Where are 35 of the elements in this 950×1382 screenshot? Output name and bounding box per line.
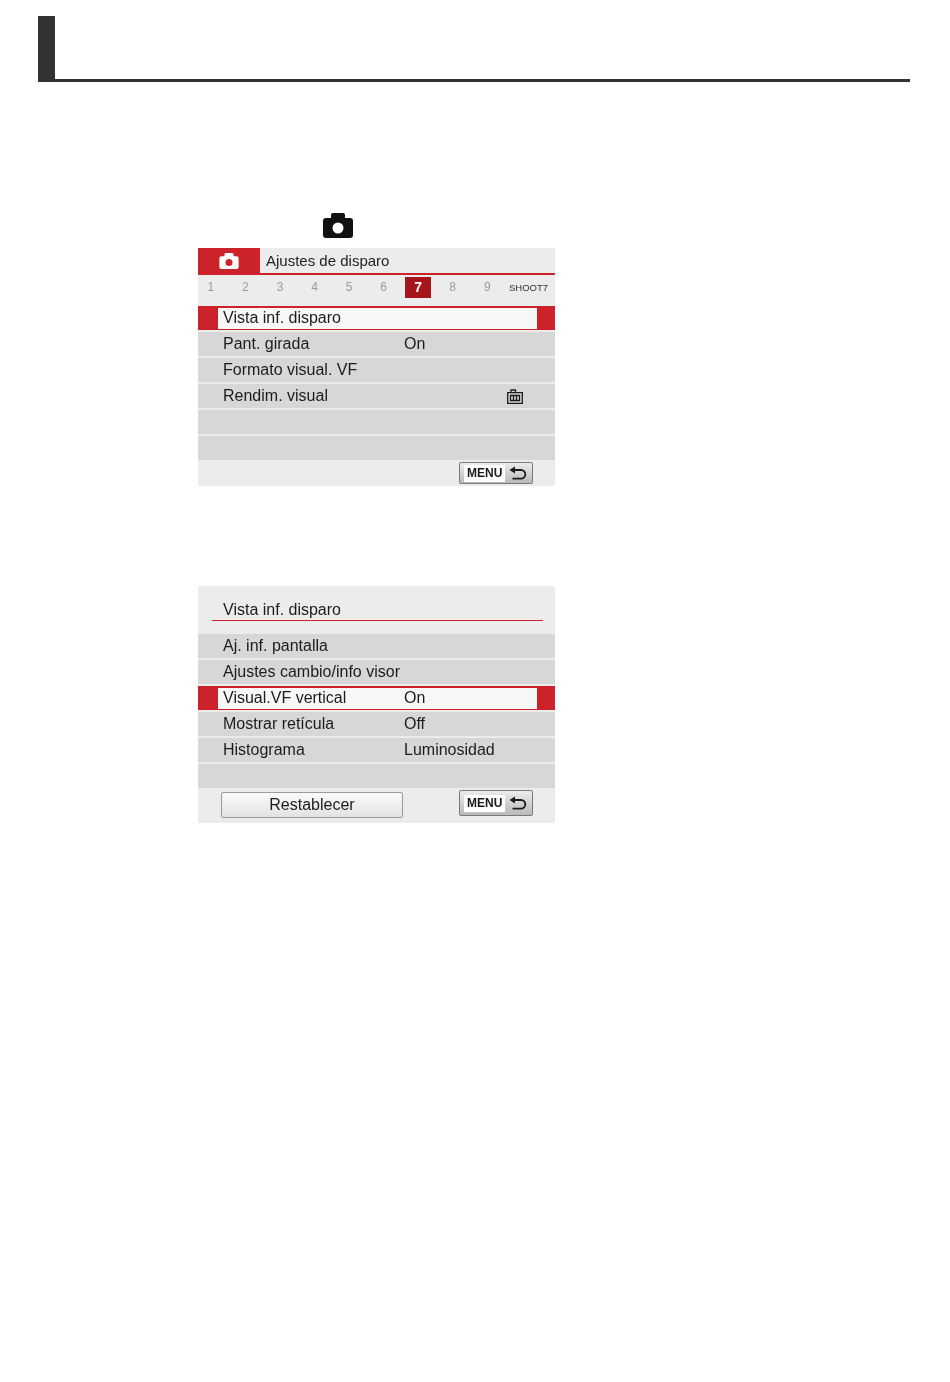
menu-row[interactable]: Visual.VF vertical On [198, 684, 555, 710]
item-label: Histograma [223, 741, 306, 759]
item-label: Rendim. visual [223, 387, 329, 405]
return-arrow-icon [509, 796, 528, 810]
menu-row[interactable]: Histograma Luminosidad [198, 736, 555, 762]
menu-row[interactable]: Mostrar retícula Off [198, 710, 555, 736]
menu-row[interactable]: Formato visual. VF [198, 356, 555, 382]
menu-title: Ajustes de disparo [265, 251, 390, 271]
camera-icon [219, 252, 239, 269]
page-name: SHOOT7 [508, 281, 548, 293]
page-tab[interactable]: 7 [405, 276, 432, 298]
camera-outline-icon [507, 388, 523, 404]
item-value: Off [404, 715, 426, 733]
camera-icon [323, 213, 353, 238]
item-label: Mostrar retícula [223, 715, 336, 733]
item-label: Aj. inf. pantalla [223, 637, 329, 655]
reset-button[interactable]: Restablecer [221, 792, 403, 818]
item-label: Ajustes cambio/info visor [223, 663, 401, 681]
menu-row[interactable]: Vista inf. disparo [198, 304, 555, 330]
return-arrow-icon [509, 466, 528, 480]
menu-row[interactable]: Ajustes cambio/info visor [198, 658, 555, 684]
menu-back-button[interactable]: MENU [459, 462, 533, 484]
menu-back-button[interactable]: MENU [459, 790, 533, 816]
screen-title: Vista inf. disparo [223, 601, 341, 618]
menu-row[interactable]: Aj. inf. pantalla [198, 632, 555, 658]
item-label: Vista inf. disparo [223, 309, 342, 327]
item-value: On [404, 689, 426, 707]
item-value: Luminosidad [404, 741, 495, 759]
item-value: On [404, 335, 426, 353]
category-tab[interactable] [198, 248, 260, 273]
menu-row[interactable]: Pant. girada On [198, 330, 555, 356]
menu-row[interactable]: Rendim. visual [198, 382, 555, 408]
item-label: Pant. girada [223, 335, 311, 353]
item-label: Visual.VF vertical [223, 689, 348, 707]
item-label: Formato visual. VF [223, 361, 359, 379]
